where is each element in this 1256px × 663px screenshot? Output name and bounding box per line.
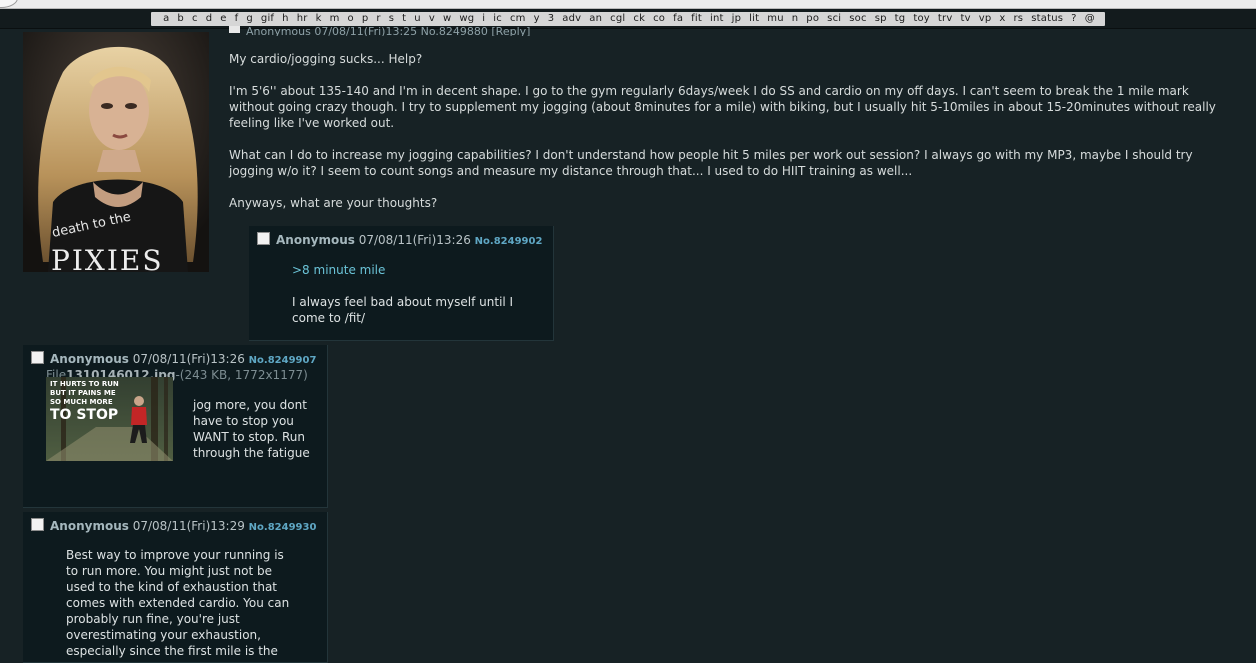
image-caption-line2: BUT IT PAINS ME <box>50 389 116 397</box>
board-link-c[interactable]: c <box>189 13 201 24</box>
post-text: I always feel bad about myself until I c… <box>292 295 514 325</box>
post-number-link[interactable]: No.8249907 <box>249 355 317 366</box>
board-link-k[interactable]: k <box>313 13 325 24</box>
board-link-p[interactable]: p <box>359 13 372 24</box>
board-link-soc[interactable]: soc <box>846 13 869 24</box>
post-message: jog more, you dont have to stop you WANT… <box>66 397 326 485</box>
delete-checkbox[interactable] <box>31 518 44 531</box>
op-image[interactable]: death to the PIXIES <box>23 32 209 272</box>
browser-top-strip <box>0 0 1256 9</box>
board-link-o[interactable]: o <box>345 13 357 24</box>
board-link-gif[interactable]: gif <box>258 13 277 24</box>
op-paragraph-2: What can I do to increase my jogging cap… <box>229 148 1193 178</box>
board-link-help[interactable]: ? <box>1068 13 1080 24</box>
op-body: My cardio/jogging sucks... Help? I'm 5'6… <box>229 51 1219 227</box>
reply-post-8249907: Anonymous 07/08/11(Fri)13:26 No.8249907 … <box>23 345 328 508</box>
post-number-link[interactable]: No.8249930 <box>249 522 317 533</box>
board-link-g[interactable]: g <box>243 13 256 24</box>
board-link-y[interactable]: y <box>531 13 543 24</box>
poster-name: Anonymous <box>50 352 129 366</box>
board-link-rs[interactable]: rs <box>1011 13 1027 24</box>
board-link-x[interactable]: x <box>996 13 1008 24</box>
board-link-fa[interactable]: fa <box>670 13 686 24</box>
board-link-tg[interactable]: tg <box>892 13 909 24</box>
op-image-text-large: PIXIES <box>51 244 164 272</box>
board-link-fit[interactable]: fit <box>688 13 705 24</box>
board-list: a/b/c/d/e/f/g/gif/h/hr/k/m/o/p/r/s/t/u/v… <box>151 11 1105 26</box>
post-header: Anonymous 07/08/11(Fri)13:26 No.8249902 <box>257 232 542 250</box>
delete-checkbox[interactable] <box>31 351 44 364</box>
browser-button-edge <box>0 0 18 8</box>
board-link-wg[interactable]: wg <box>456 13 477 24</box>
board-link-v[interactable]: v <box>426 13 438 24</box>
board-link-d[interactable]: d <box>203 13 216 24</box>
board-link-po[interactable]: po <box>803 13 822 24</box>
board-link-at[interactable]: @ <box>1082 13 1098 24</box>
board-link-e[interactable]: e <box>217 13 229 24</box>
op-subject: My cardio/jogging sucks... Help? <box>229 52 423 66</box>
board-link-f[interactable]: f <box>232 13 242 24</box>
poster-name: Anonymous <box>276 233 355 247</box>
board-link-u[interactable]: u <box>411 13 424 24</box>
board-link-status[interactable]: status <box>1028 13 1066 24</box>
op-header-text: Anonymous 07/08/11(Fri)13:25 No.8249880 … <box>246 26 531 36</box>
board-link-adv[interactable]: adv <box>559 13 584 24</box>
board-link-mu[interactable]: mu <box>764 13 786 24</box>
op-paragraph-1: I'm 5'6'' about 135-140 and I'm in decen… <box>229 84 1216 130</box>
board-link-vp[interactable]: vp <box>976 13 995 24</box>
board-link-lit[interactable]: lit <box>746 13 762 24</box>
board-link-n[interactable]: n <box>789 13 802 24</box>
board-link-a[interactable]: a <box>160 13 172 24</box>
op-delete-checkbox[interactable] <box>229 26 240 33</box>
post-header: Anonymous 07/08/11(Fri)13:29 No.8249930 <box>31 518 316 536</box>
post-date: 07/08/11(Fri)13:26 <box>358 233 471 247</box>
board-link-b[interactable]: b <box>174 13 187 24</box>
board-link-int[interactable]: int <box>707 13 727 24</box>
op-image-portrait: death to the PIXIES <box>23 32 209 272</box>
board-link-s[interactable]: s <box>386 13 397 24</box>
board-link-cgl[interactable]: cgl <box>607 13 628 24</box>
board-link-h[interactable]: h <box>279 13 292 24</box>
op-header: Anonymous 07/08/11(Fri)13:25 No.8249880 … <box>229 26 530 36</box>
post-message: >8 minute mile I always feel bad about m… <box>292 262 532 326</box>
board-navigation: a/b/c/d/e/f/g/gif/h/hr/k/m/o/p/r/s/t/u/v… <box>0 9 1256 29</box>
board-link-ic[interactable]: ic <box>490 13 505 24</box>
board-link-3[interactable]: 3 <box>545 13 558 24</box>
post-date: 07/08/11(Fri)13:29 <box>132 519 245 533</box>
text-wrap-spacer <box>46 397 173 481</box>
post-number-link[interactable]: No.8249902 <box>475 236 543 247</box>
greentext-quote: >8 minute mile <box>292 263 386 277</box>
board-link-tv[interactable]: tv <box>957 13 973 24</box>
reply-post-8249902: Anonymous 07/08/11(Fri)13:26 No.8249902 … <box>249 226 554 341</box>
post-date: 07/08/11(Fri)13:26 <box>132 352 245 366</box>
board-link-w[interactable]: w <box>440 13 454 24</box>
image-caption-line1: IT HURTS TO RUN <box>50 380 119 388</box>
board-link-an[interactable]: an <box>586 13 605 24</box>
board-link-r[interactable]: r <box>373 13 383 24</box>
board-link-i[interactable]: i <box>479 13 488 24</box>
board-link-t[interactable]: t <box>399 13 409 24</box>
board-link-trv[interactable]: trv <box>935 13 956 24</box>
post-message: Best way to improve your running is to r… <box>66 547 294 659</box>
board-link-cm[interactable]: cm <box>507 13 529 24</box>
poster-name: Anonymous <box>50 519 129 533</box>
post-text: Best way to improve your running is to r… <box>66 548 290 658</box>
board-link-sp[interactable]: sp <box>872 13 890 24</box>
reply-post-8249930: Anonymous 07/08/11(Fri)13:29 No.8249930 … <box>23 512 328 663</box>
op-paragraph-3: Anyways, what are your thoughts? <box>229 196 438 210</box>
board-link-ck[interactable]: ck <box>630 13 648 24</box>
delete-checkbox[interactable] <box>257 232 270 245</box>
board-link-sci[interactable]: sci <box>824 13 844 24</box>
file-meta: -(243 KB, 1772x1177) <box>175 368 308 382</box>
board-link-co[interactable]: co <box>650 13 668 24</box>
board-link-jp[interactable]: jp <box>729 13 745 24</box>
board-link-hr[interactable]: hr <box>294 13 311 24</box>
board-link-m[interactable]: m <box>327 13 343 24</box>
board-link-toy[interactable]: toy <box>910 13 933 24</box>
post-text: jog more, you dont have to stop you WANT… <box>193 398 310 460</box>
